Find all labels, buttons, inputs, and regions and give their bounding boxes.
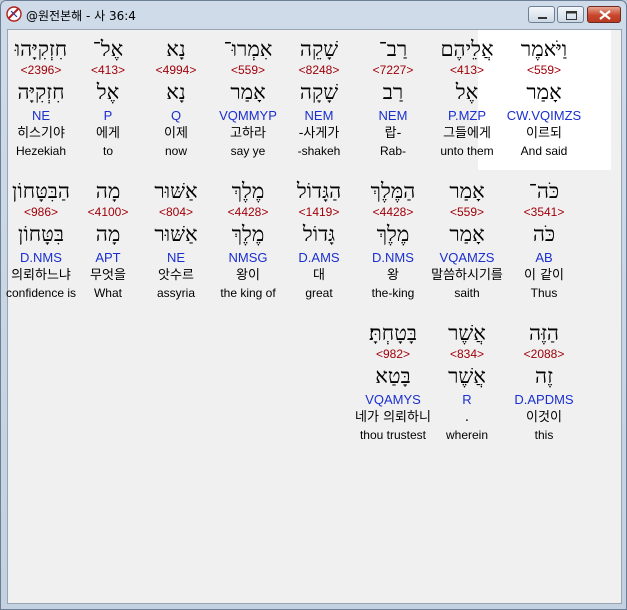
english-gloss: thou trustest: [359, 428, 427, 442]
korean-gloss: 네가 의뢰하니: [355, 410, 431, 425]
morphology-code: NE: [31, 108, 51, 123]
lexical-root: חִזְקִיָּה: [17, 80, 65, 104]
maximize-button[interactable]: [557, 6, 584, 23]
hebrew-word: הַבִּטָּחוֹן: [11, 179, 71, 203]
minimize-button[interactable]: [528, 6, 555, 23]
strong-number: <2396>: [20, 63, 62, 77]
hebrew-word: חִזְקִיָּהוּ: [14, 37, 68, 61]
korean-gloss: 의뢰하느냐: [11, 268, 71, 283]
maximize-icon: [566, 11, 577, 20]
app-icon: [6, 6, 22, 22]
title-bar[interactable]: @원전본해 - 사 36:4: [1, 1, 626, 29]
window-title: @원전본해 - 사 36:4: [26, 9, 136, 23]
strong-number: <982>: [375, 347, 411, 361]
morphology-code: D.NMS: [20, 250, 62, 265]
lexical-root: בָּטַא: [375, 364, 411, 388]
hebrew-word: בָּטָחְתָּ׃: [368, 321, 418, 345]
lexical-root: בִּטָּחוֹן: [18, 222, 64, 246]
english-gloss: confidence is: [5, 286, 77, 300]
verse-analysis-panel[interactable]: וַיֹּאמֶר <559> אָמַר CW.VQIMZS 이르되 And said א…: [6, 29, 622, 604]
close-icon: [599, 10, 611, 20]
korean-gloss: 히스기야: [17, 126, 65, 141]
minimize-icon: [538, 17, 547, 19]
morphology-code: VQAMYS: [365, 392, 421, 407]
app-window: @원전본해 - 사 36:4 וַיֹּאמֶר <559> אָמַר CW.VQI…: [0, 0, 627, 610]
close-button[interactable]: [587, 6, 621, 23]
english-gloss: Hezekiah: [15, 144, 67, 158]
strong-number: <986>: [23, 205, 59, 219]
